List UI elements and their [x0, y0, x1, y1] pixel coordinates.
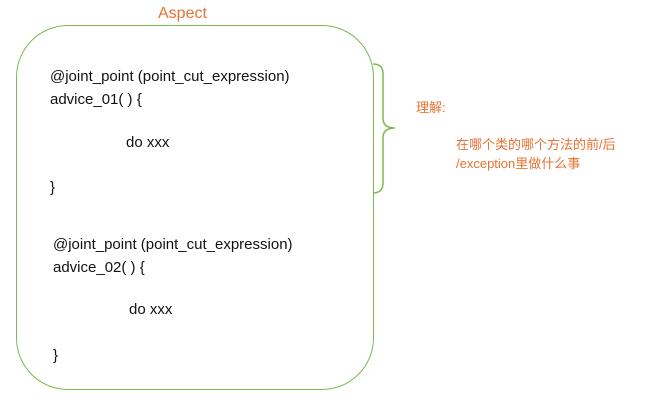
block2-signature: advice_02( ) {: [53, 259, 145, 276]
explanation-label: 理解:: [416, 100, 446, 115]
explanation-line1: 在哪个类的哪个方法的前/后: [456, 137, 616, 152]
explanation-line2: /exception里做什么事: [456, 156, 581, 171]
block2-annotation: @joint_point (point_cut_expression): [53, 236, 293, 253]
block1-close-brace: }: [50, 179, 56, 196]
aspect-title: Aspect: [158, 5, 207, 22]
block1-body: do xxx: [126, 134, 170, 151]
block1-annotation: @joint_point (point_cut_expression): [50, 68, 290, 85]
right-brace-icon: [372, 63, 396, 194]
block1-signature: advice_01( ) {: [50, 91, 142, 108]
block2-body: do xxx: [129, 301, 173, 318]
diagram-canvas: { "aspect_title": "Aspect", "blocks": [ …: [0, 0, 658, 413]
block2-close-brace: }: [53, 347, 59, 364]
